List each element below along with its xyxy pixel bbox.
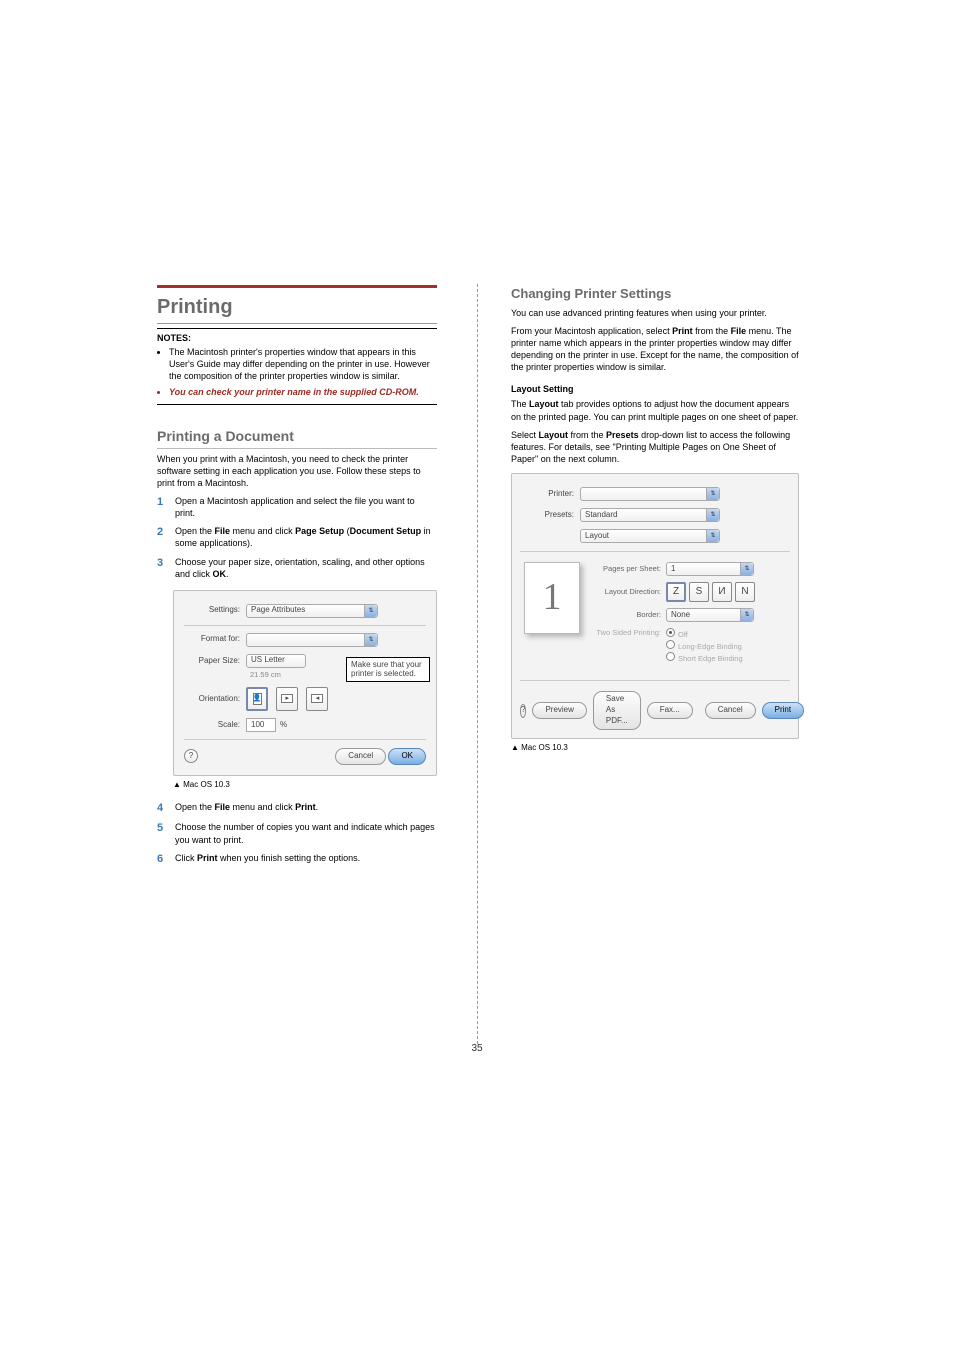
- chevron-updown-icon: ⇅: [706, 530, 719, 542]
- chevron-updown-icon: ⇅: [364, 605, 377, 617]
- note-item: The Macintosh printer's properties windo…: [169, 346, 437, 382]
- person-portrait-icon: 👤: [253, 693, 262, 705]
- step-1: 1Open a Macintosh application and select…: [157, 495, 437, 519]
- orientation-portrait-button[interactable]: 👤: [246, 687, 268, 711]
- layout-dir-4[interactable]: N: [735, 582, 755, 602]
- right-column: Changing Printer Settings You can use ad…: [511, 285, 799, 1350]
- s-icon: S: [696, 585, 703, 599]
- cancel-button[interactable]: Cancel: [335, 748, 386, 765]
- callout-printer-selected: Make sure that your printer is selected.: [346, 657, 430, 682]
- paper-size-label: Paper Size:: [174, 654, 246, 667]
- steps-list-2: 4Open the File menu and click Print. 5Ch…: [157, 801, 437, 867]
- step-5: 5Choose the number of copies you want an…: [157, 821, 437, 845]
- chevron-updown-icon: ⇅: [364, 634, 377, 646]
- layout-dialog: Printer: ⇅ Presets: Standard⇅ Layout⇅ 1 …: [511, 473, 799, 739]
- orientation-label: Orientation:: [174, 694, 246, 705]
- paper-size-select[interactable]: US Letter: [246, 654, 306, 668]
- heading-changing-printer-settings: Changing Printer Settings: [511, 285, 799, 303]
- n-icon: И: [718, 585, 725, 599]
- orientation-landscape-right-button[interactable]: ◂: [306, 687, 328, 711]
- chevron-updown-icon: ⇅: [740, 563, 753, 575]
- scale-label: Scale:: [174, 720, 246, 731]
- paragraph: From your Macintosh application, select …: [511, 325, 799, 374]
- dir-label: Layout Direction:: [590, 587, 666, 597]
- person-landscape-icon: ▸: [281, 694, 293, 703]
- page-setup-dialog: Settings: Page Attributes⇅ Format for: ⇅…: [173, 590, 437, 776]
- n-flip-icon: N: [741, 585, 748, 599]
- intro-paragraph: When you print with a Macintosh, you nee…: [157, 453, 437, 489]
- layout-dir-2[interactable]: S: [689, 582, 709, 602]
- preview-button[interactable]: Preview: [532, 702, 586, 719]
- border-label: Border:: [590, 610, 666, 620]
- paper-dim-text: 21.59 cm: [250, 670, 306, 680]
- border-select[interactable]: None⇅: [666, 608, 754, 622]
- settings-select[interactable]: Page Attributes⇅: [246, 604, 378, 618]
- format-for-select[interactable]: ⇅: [246, 633, 378, 647]
- chevron-updown-icon: ⇅: [740, 609, 753, 621]
- help-button[interactable]: ?: [520, 704, 526, 718]
- tsp-short-radio[interactable]: [666, 652, 675, 661]
- heading-layout-setting: Layout Setting: [511, 383, 799, 395]
- save-as-pdf-button[interactable]: Save As PDF...: [593, 691, 641, 729]
- page-number: 35: [0, 1042, 954, 1056]
- person-landscape-flip-icon: ◂: [311, 694, 323, 703]
- paragraph: You can use advanced printing features w…: [511, 307, 799, 319]
- tsp-label: Two Sided Printing:: [590, 628, 666, 638]
- figure-caption: ▲ Mac OS 10.3: [173, 780, 437, 791]
- step-6: 6Click Print when you finish setting the…: [157, 852, 437, 867]
- step-4: 4Open the File menu and click Print.: [157, 801, 437, 816]
- z-icon: Z: [673, 585, 679, 599]
- section-select[interactable]: Layout⇅: [580, 529, 720, 543]
- layout-dir-1[interactable]: Z: [666, 582, 686, 602]
- tsp-off-radio[interactable]: [666, 628, 675, 637]
- settings-label: Settings:: [174, 605, 246, 616]
- scale-percent-label: %: [280, 720, 287, 731]
- left-column: Printing NOTES: The Macintosh printer's …: [157, 285, 437, 1350]
- steps-list: 1Open a Macintosh application and select…: [157, 495, 437, 580]
- format-for-label: Format for:: [174, 634, 246, 645]
- printer-select[interactable]: ⇅: [580, 487, 720, 501]
- paragraph: The Layout tab provides options to adjus…: [511, 398, 799, 422]
- tsp-long-radio[interactable]: [666, 640, 675, 649]
- print-button[interactable]: Print: [762, 702, 804, 719]
- figure-caption: ▲ Mac OS 10.3: [511, 743, 799, 754]
- paragraph: Select Layout from the Presets drop-down…: [511, 429, 799, 465]
- notes-block: NOTES: The Macintosh printer's propertie…: [157, 328, 437, 405]
- printer-label: Printer:: [520, 489, 580, 500]
- step-2: 2Open the File menu and click Page Setup…: [157, 525, 437, 549]
- heading-printing-document: Printing a Document: [157, 427, 437, 449]
- column-divider: [477, 284, 478, 1044]
- chevron-updown-icon: ⇅: [706, 509, 719, 521]
- orientation-landscape-left-button[interactable]: ▸: [276, 687, 298, 711]
- layout-preview: 1: [524, 562, 580, 634]
- presets-label: Presets:: [520, 510, 580, 521]
- presets-select[interactable]: Standard⇅: [580, 508, 720, 522]
- pps-select[interactable]: 1⇅: [666, 562, 754, 576]
- pps-label: Pages per Sheet:: [590, 564, 666, 574]
- layout-dir-3[interactable]: И: [712, 582, 732, 602]
- chevron-updown-icon: ⇅: [706, 488, 719, 500]
- fax-button[interactable]: Fax...: [647, 702, 693, 719]
- step-3: 3Choose your paper size, orientation, sc…: [157, 556, 437, 580]
- note-item-cdrom: You can check your printer name in the s…: [169, 386, 437, 398]
- heading-printing: Printing: [157, 285, 437, 324]
- ok-button[interactable]: OK: [388, 748, 426, 765]
- notes-label: NOTES:: [157, 333, 191, 343]
- cancel-button[interactable]: Cancel: [705, 702, 756, 719]
- help-button[interactable]: ?: [184, 749, 198, 763]
- scale-input[interactable]: 100: [246, 718, 276, 732]
